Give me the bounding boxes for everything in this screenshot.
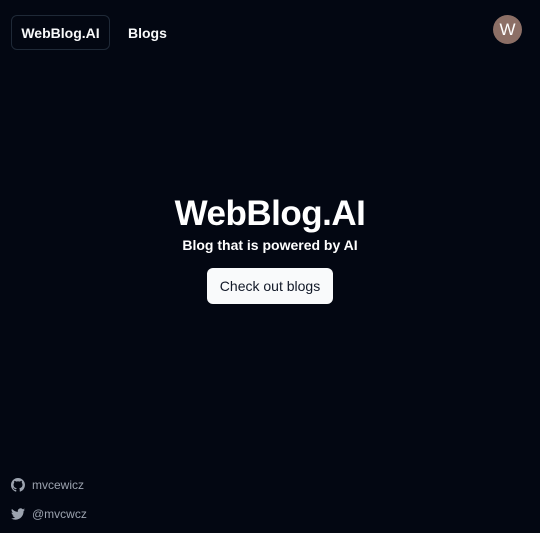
home-link[interactable]: WebBlog.AI [11,15,110,50]
twitter-handle: @mvcwcz [32,507,87,521]
twitter-link[interactable]: @mvcwcz [11,506,87,522]
page-subtitle: Blog that is powered by AI [182,237,358,253]
github-handle: mvcewicz [32,478,85,492]
avatar[interactable]: W [493,15,522,44]
twitter-icon [11,507,25,521]
github-link[interactable]: mvcewicz [11,477,84,493]
github-icon [11,478,25,492]
check-out-blogs-button[interactable]: Check out blogs [207,268,333,304]
blogs-link[interactable]: Blogs [128,15,167,50]
page-title: WebBlog.AI [174,194,366,233]
